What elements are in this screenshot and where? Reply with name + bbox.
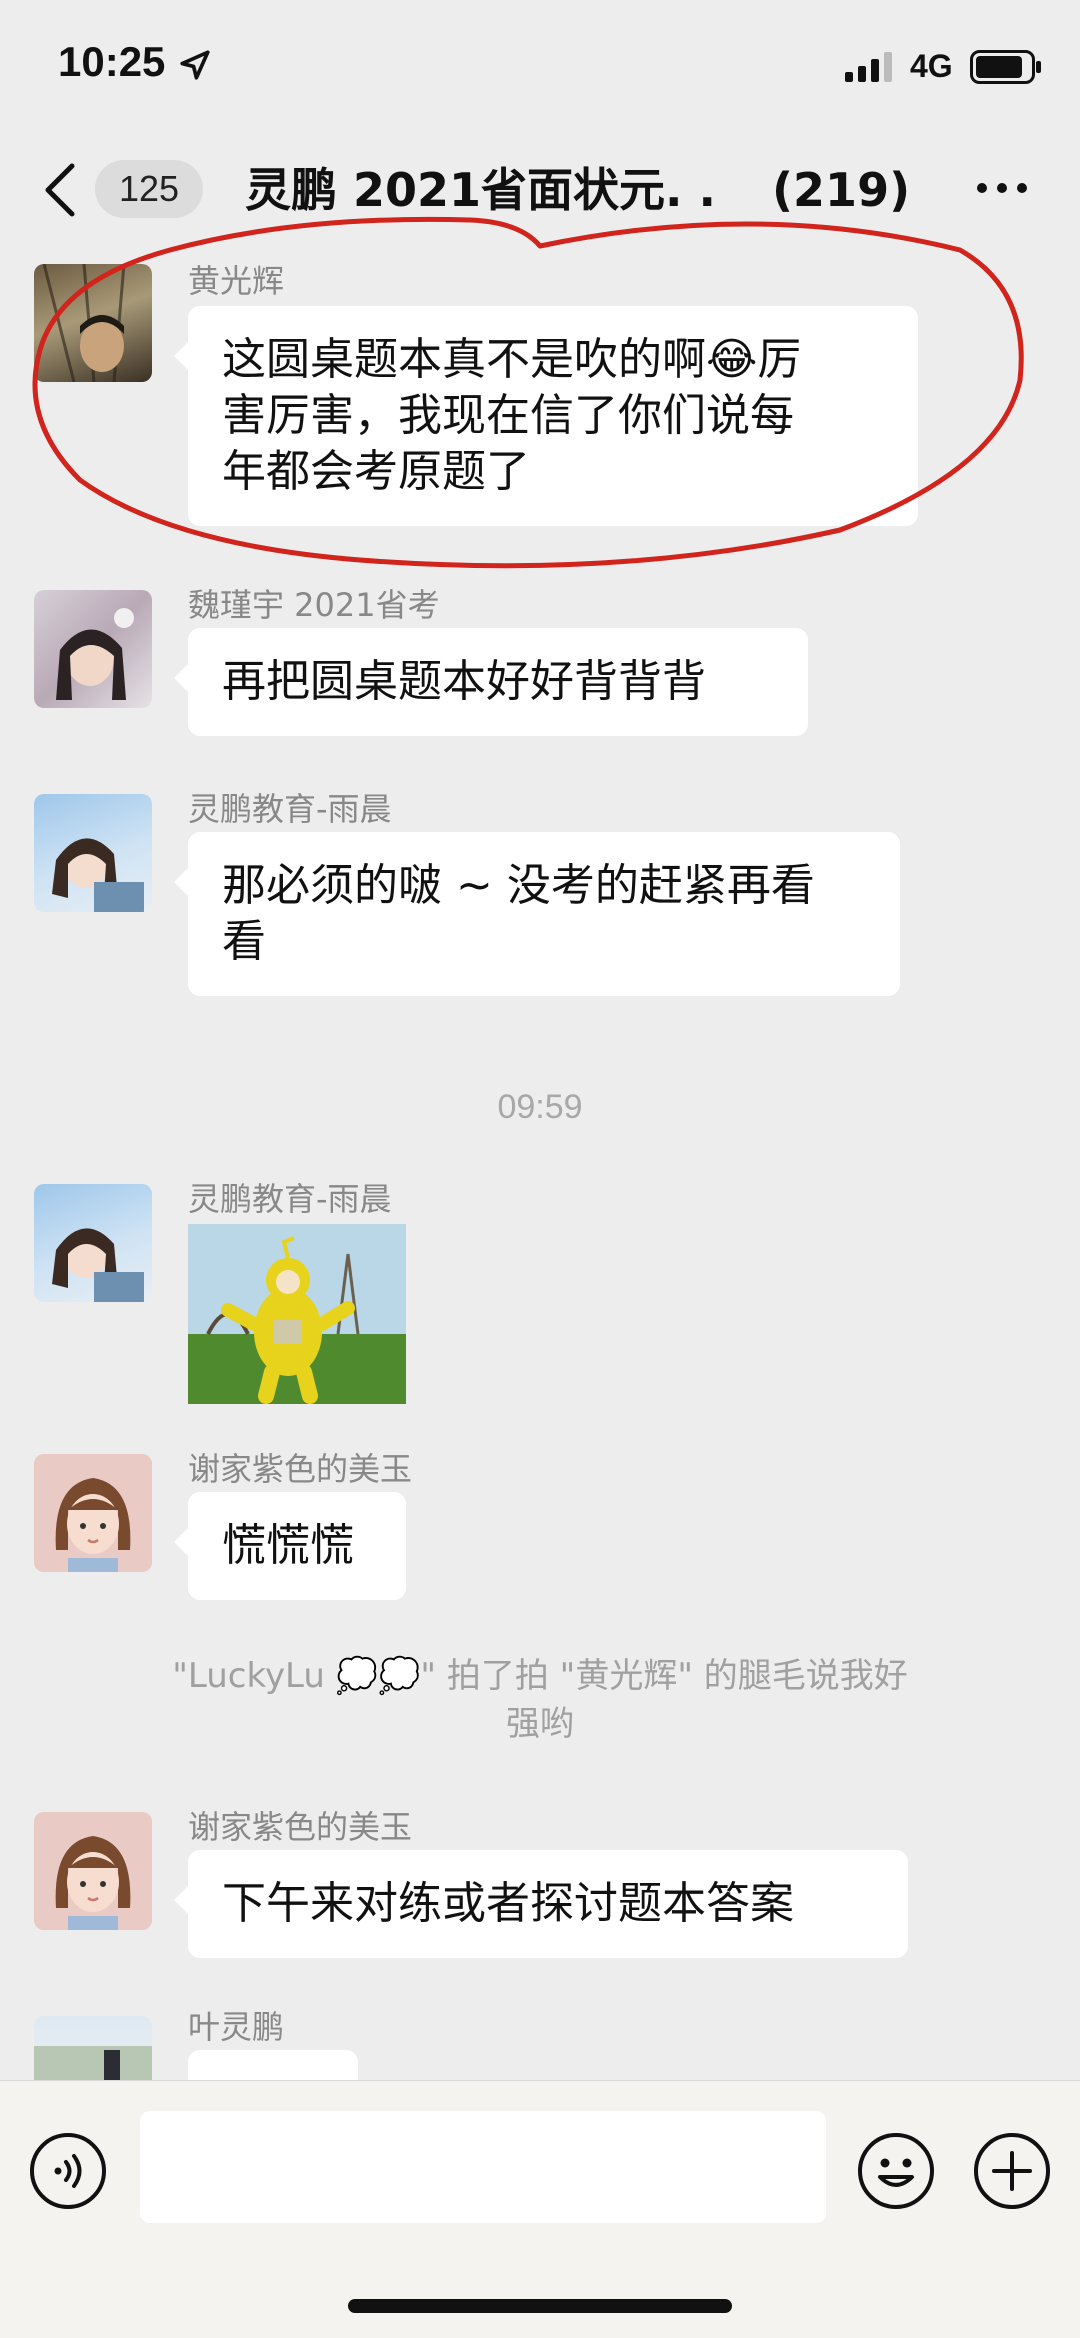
avatar[interactable] [34,2016,152,2080]
system-message-line: "LuckyLu 💭💭" 拍了拍 "黄光辉" 的腿毛说我好 [172,1656,908,1696]
avatar[interactable] [34,794,152,912]
message-item: 谢家紫色的美玉 下午来对练或者探讨题本答案 [0,1802,1080,1972]
annotation-circle [32,216,1024,569]
plus-icon[interactable] [972,2131,1052,2211]
message-text: 慌慌慌 [222,1520,354,1571]
avatar[interactable] [34,1454,152,1572]
message-input[interactable] [140,2111,826,2223]
message-bubble[interactable]: 慌慌慌 [174,1492,406,1600]
avatar-cartoon-girl [34,1454,152,1572]
message-text-line: 那必须的啵 ~ 没考的赶紧再看 [222,860,815,911]
message-text: 下午来对练或者探讨题本答案 [222,1878,794,1929]
message-item: 叶灵鹏 [0,2002,1080,2080]
avatar[interactable] [34,1812,152,1930]
message-text: 再把圆桌题本好好背背背 [222,656,706,707]
message-item: 灵鹏教育-雨晨 那必须的啵 ~ 没考的赶紧再看 看 [0,784,1080,1014]
message-item: 谢家紫色的美玉 慌慌慌 [0,1444,1080,1614]
message-bubble[interactable]: 再把圆桌题本好好背背背 [174,628,808,736]
sender-name: 灵鹏教育-雨晨 [188,1180,392,1218]
voice-icon[interactable] [28,2131,108,2211]
input-bar [0,2080,1080,2338]
avatar-photo [34,2046,152,2080]
message-item: 灵鹏教育-雨晨 [0,1174,1080,1414]
sender-name: 叶灵鹏 [188,2008,285,2046]
avatar-photo [52,838,144,912]
avatar-cartoon-girl [34,1812,152,1930]
message-bubble[interactable]: 下午来对练或者探讨题本答案 [174,1850,908,1958]
teletubby-sticker-image [188,1224,406,1404]
avatar-photo [52,1228,144,1302]
message-bubble[interactable]: 那必须的啵 ~ 没考的赶紧再看 看 [174,832,900,996]
system-message-line: 强哟 [506,1704,574,1744]
message-text-line: 看 [222,916,266,967]
sender-name: 谢家紫色的美玉 [188,1808,413,1846]
time-separator: 09:59 [497,1088,583,1126]
avatar[interactable] [34,1184,152,1302]
sticker-image[interactable] [188,1224,406,1404]
message-bubble[interactable] [188,2050,358,2080]
home-indicator[interactable] [348,2299,732,2313]
sender-name: 谢家紫色的美玉 [188,1450,413,1488]
chat-screen: 10:25 4G 125 灵鹏 2021省面状元. . (219) 黄光辉 这圆… [0,0,1080,2338]
emoji-icon[interactable] [856,2131,936,2211]
system-message: "LuckyLu 💭💭" 拍了拍 "黄光辉" 的腿毛说我好 强哟 [90,1652,990,1748]
sender-name: 灵鹏教育-雨晨 [188,790,392,828]
